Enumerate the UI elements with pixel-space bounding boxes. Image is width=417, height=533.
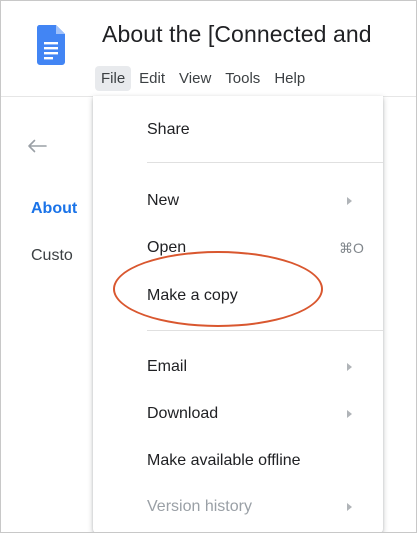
document-outline-panel [1,97,101,532]
docs-header: About the [Connected and File Edit View … [1,1,416,97]
menu-item-email[interactable]: Email [93,350,383,384]
submenu-arrow-icon [347,410,352,418]
menu-item-new[interactable]: New [93,184,383,218]
menu-item-open[interactable]: Open ⌘O [93,231,383,265]
menu-help[interactable]: Help [268,66,311,91]
submenu-arrow-icon [347,197,352,205]
menu-item-label: Open [147,239,187,256]
menu-item-label: Make a copy [147,287,238,304]
menu-item-label: Download [147,405,219,422]
submenu-arrow-icon [347,503,352,511]
keyboard-shortcut: ⌘O [339,240,364,256]
menu-item-make-available-offline[interactable]: Make available offline [93,444,383,478]
outline-item-about[interactable]: About [31,200,77,218]
menu-divider [147,162,383,163]
menu-item-share[interactable]: Share [93,113,383,147]
menu-item-make-a-copy[interactable]: Make a copy [93,279,383,313]
google-docs-icon[interactable] [37,25,65,65]
submenu-arrow-icon [347,363,352,371]
outline-item-custo[interactable]: Custo [31,247,73,265]
menu-view[interactable]: View [173,66,217,91]
menu-item-label: Share [147,121,190,138]
menu-item-download[interactable]: Download [93,397,383,431]
menu-edit[interactable]: Edit [133,66,171,91]
menu-item-label: Version history [147,498,252,515]
menu-item-label: Email [147,358,188,375]
menu-bar: File Edit View Tools Help [95,63,313,93]
menu-item-label: New [147,192,180,209]
menu-item-label: Make available offline [147,452,301,469]
menu-divider [147,330,383,331]
document-title[interactable]: About the [Connected and [102,21,372,48]
file-menu-dropdown: Share New Open ⌘O Make a copy Email Down… [93,96,383,532]
menu-file[interactable]: File [95,65,132,91]
menu-item-version-history: Version history [93,490,383,524]
menu-tools[interactable]: Tools [219,66,266,91]
app-window: About the [Connected and File Edit View … [0,0,417,533]
arrow-left-icon[interactable] [27,139,47,153]
